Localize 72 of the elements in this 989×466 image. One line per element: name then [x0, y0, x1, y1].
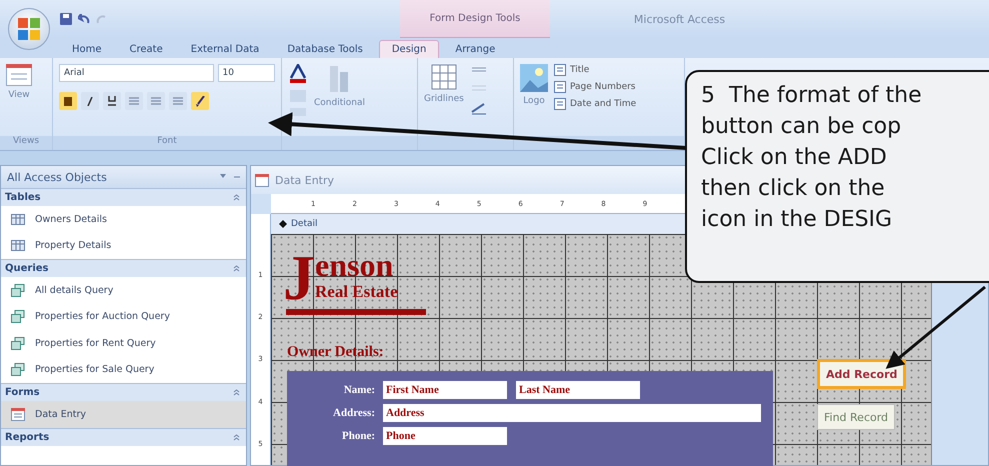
- form-icon: [255, 174, 269, 186]
- callout-text: button can be cop: [701, 113, 902, 141]
- align-icon: [129, 96, 139, 106]
- query-icon: [11, 284, 25, 297]
- save-icon[interactable]: [60, 13, 72, 25]
- bold-icon: [64, 96, 72, 106]
- nav-group-header[interactable]: Forms: [5, 387, 40, 398]
- page-icon: [554, 81, 566, 93]
- format-button[interactable]: [59, 92, 77, 110]
- callout-text: The format of the: [729, 82, 922, 110]
- field-label: Address:: [332, 406, 375, 421]
- ribbon-tab[interactable]: External Data: [178, 41, 272, 58]
- office-logo-icon: [18, 18, 40, 40]
- step-number: 5: [701, 82, 716, 110]
- context-tab-title: Form Design Tools: [400, 0, 550, 39]
- font-size-field[interactable]: 10: [218, 64, 275, 82]
- callout-text: Click on the ADD: [701, 144, 887, 172]
- nav-group-header[interactable]: Queries: [5, 263, 48, 274]
- text-box[interactable]: Address: [383, 404, 761, 422]
- form-button[interactable]: Find Record: [817, 404, 896, 430]
- window-title: Microsoft Access: [632, 12, 726, 26]
- nav-item[interactable]: Data Entry: [1, 401, 246, 428]
- align-icon: [173, 96, 183, 106]
- paintbrush-icon: [195, 96, 205, 106]
- format-button[interactable]: [103, 92, 121, 110]
- italic-icon: [87, 96, 93, 106]
- form-button[interactable]: Add Record: [817, 359, 906, 389]
- header-control-button[interactable]: Title: [554, 64, 636, 76]
- form-icon: [11, 408, 25, 421]
- callout-text: then click on the: [701, 175, 885, 203]
- nav-group-header[interactable]: Tables: [5, 192, 41, 203]
- dropdown-icon[interactable]: [220, 174, 240, 180]
- ribbon-tab[interactable]: Create: [118, 41, 175, 58]
- table-icon: [11, 214, 25, 225]
- ribbon-tab[interactable]: Home: [60, 41, 114, 58]
- grid-icon: [430, 64, 457, 90]
- format-button[interactable]: [81, 92, 99, 110]
- text-box[interactable]: First Name: [383, 381, 507, 399]
- group-label: Font: [53, 136, 281, 150]
- page-icon: [554, 64, 566, 76]
- collapse-icon[interactable]: [233, 194, 240, 201]
- field-label: Name:: [342, 383, 375, 398]
- ribbon-tab[interactable]: Database Tools: [275, 41, 375, 58]
- page-icon: [554, 98, 566, 110]
- header-control-button[interactable]: Date and Time: [554, 98, 636, 110]
- query-icon: [11, 363, 25, 376]
- undo-icon[interactable]: [78, 14, 90, 24]
- callout-text: icon in the DESIG: [701, 206, 892, 234]
- align-icon: [151, 96, 161, 106]
- section-icon: [279, 220, 287, 228]
- ribbon-tab[interactable]: Design: [378, 40, 440, 58]
- group-label: Views: [0, 136, 52, 150]
- underline-icon: [108, 96, 116, 106]
- font-name-field[interactable]: Arial: [59, 64, 214, 82]
- collapse-icon[interactable]: [233, 265, 240, 272]
- collapse-icon[interactable]: [233, 434, 240, 440]
- conditional-icon: [328, 64, 350, 94]
- text-box[interactable]: Last Name: [516, 381, 640, 399]
- section-header: Detail: [291, 219, 318, 229]
- collapse-icon[interactable]: [233, 389, 240, 396]
- field-label: Phone:: [341, 429, 375, 444]
- header-control-button[interactable]: Page Numbers: [554, 81, 636, 93]
- text-box[interactable]: Phone: [383, 427, 507, 445]
- format-button[interactable]: [191, 92, 209, 110]
- nav-pane-title: All Access Objects: [7, 170, 107, 184]
- table-icon: [11, 240, 25, 252]
- query-icon: [11, 336, 25, 350]
- nav-group-header[interactable]: Reports: [5, 432, 50, 442]
- query-icon: [11, 310, 25, 324]
- view-icon: [6, 64, 32, 86]
- picture-icon: [520, 64, 548, 92]
- ribbon-tab[interactable]: Arrange: [443, 41, 508, 58]
